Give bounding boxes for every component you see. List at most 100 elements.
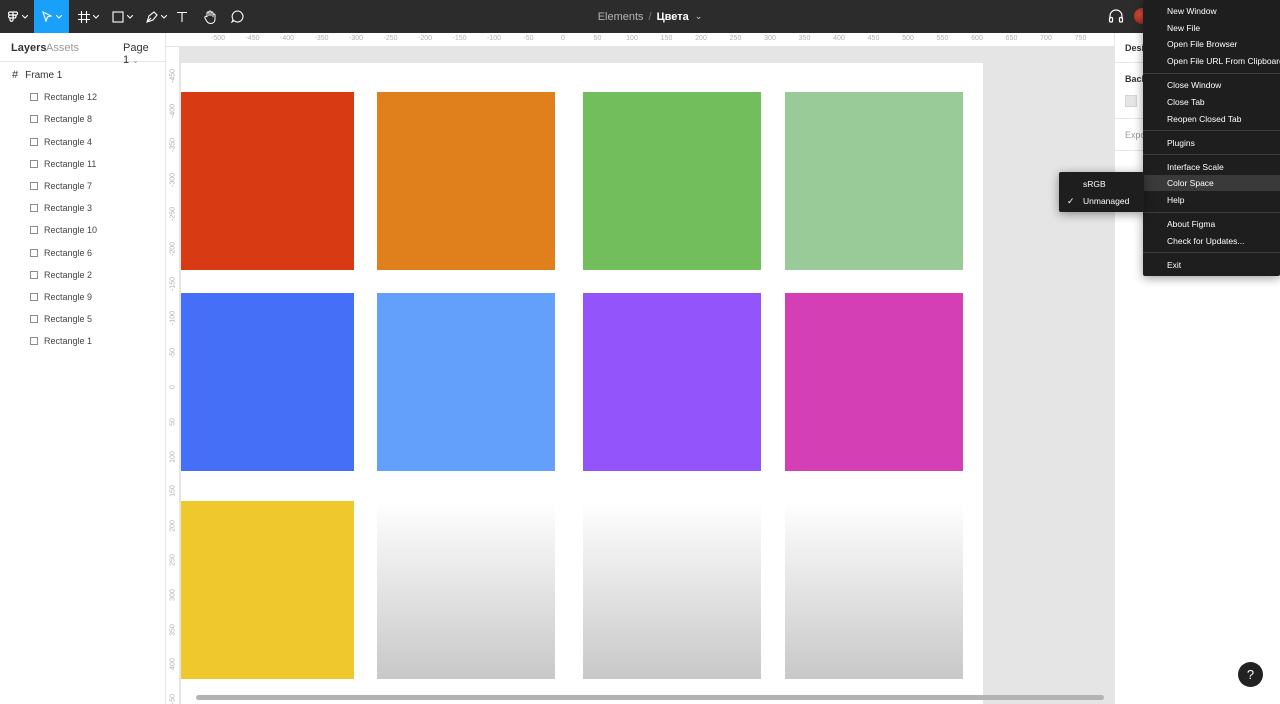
checkmark-icon: ✓ <box>1067 196 1075 206</box>
layer-item[interactable]: Rectangle 12 <box>0 86 166 108</box>
ruler-tick-label: 100 <box>169 450 177 463</box>
layer-label: Rectangle 8 <box>44 114 93 125</box>
title-separator: / <box>648 10 652 23</box>
background-color-swatch[interactable] <box>1125 95 1137 107</box>
menu-item[interactable]: Reopen Closed Tab <box>1143 111 1280 127</box>
layer-label: Rectangle 3 <box>44 203 93 214</box>
ruler-tick-label: -450 <box>245 35 260 42</box>
layer-item[interactable]: Rectangle 8 <box>0 108 166 130</box>
ruler-horizontal: -500 -450 -400 -350 -300 -250 -200 -150 -100 -50 0… <box>166 33 1114 47</box>
menu-item[interactable]: New Window <box>1143 3 1280 19</box>
page-selector[interactable]: Page 1 ⌄ <box>123 42 165 66</box>
ruler-tick-label: 150 <box>660 35 673 42</box>
tab-assets[interactable]: Assets <box>46 42 79 54</box>
ruler-tick-label: 450 <box>867 35 880 42</box>
ruler-tick-label: 200 <box>169 519 177 532</box>
menu-item-unmanaged[interactable]: ✓ Unmanaged <box>1059 193 1144 209</box>
layer-label: Rectangle 2 <box>44 269 93 280</box>
rectangle-layer-icon <box>30 204 38 213</box>
ruler-tick-label: 650 <box>1005 35 1018 42</box>
menu-item[interactable]: About Figma <box>1143 216 1280 232</box>
color-swatch[interactable] <box>181 92 354 270</box>
menu-item[interactable]: Open File Browser <box>1143 36 1280 52</box>
menu-item-label: Open File URL From Clipboard <box>1167 56 1280 67</box>
ruler-tick-label: 350 <box>798 35 811 42</box>
ruler-tick-label: 350 <box>169 623 177 636</box>
layer-label: Rectangle 11 <box>44 158 97 169</box>
color-swatch[interactable] <box>377 501 555 679</box>
menu-divider <box>1143 130 1280 132</box>
ruler-tick-label: -400 <box>169 103 177 118</box>
menu-item-label: Interface Scale <box>1167 161 1224 172</box>
layer-label: Rectangle 10 <box>44 225 98 236</box>
toolbar: Elements / Цвета ⌄ <box>0 0 1280 33</box>
menu-item-label: Close Tab <box>1167 96 1205 107</box>
layer-label: Rectangle 12 <box>44 92 98 103</box>
menu-item[interactable]: New File <box>1143 20 1280 36</box>
ruler-tick-label: -300 <box>169 172 177 187</box>
color-swatch[interactable] <box>181 501 354 679</box>
ruler-tick-label: -350 <box>314 35 329 42</box>
menu-item[interactable]: Color Space <box>1143 175 1280 192</box>
tab-layers[interactable]: Layers <box>11 42 46 54</box>
menu-item[interactable]: Close Tab <box>1143 94 1280 110</box>
panel-tabs: Layers Assets Page 1 ⌄ <box>0 33 165 66</box>
menu-item[interactable]: Exit <box>1143 257 1280 273</box>
menu-item[interactable]: Close Window <box>1143 77 1280 93</box>
headphones-icon[interactable] <box>1108 8 1124 27</box>
tab-design[interactable]: Desi <box>1125 43 1144 53</box>
ruler-tick-label: -100 <box>486 35 502 42</box>
menu-item[interactable]: Interface Scale <box>1143 159 1280 175</box>
ruler-tick-label: 600 <box>971 35 983 42</box>
layer-item[interactable]: Rectangle 3 <box>0 197 166 219</box>
layer-item[interactable]: Rectangle 5 <box>0 308 166 330</box>
menu-item-label: Color Space <box>1167 178 1214 189</box>
menu-item[interactable]: Open File URL From Clipboard <box>1143 53 1280 69</box>
menu-item-srgb[interactable]: sRGB <box>1059 176 1144 192</box>
layer-frame[interactable]: # Frame 1 <box>0 64 166 86</box>
menu-item[interactable]: Plugins <box>1143 135 1280 151</box>
canvas[interactable] <box>181 48 1114 704</box>
rectangle-layer-icon <box>30 270 38 279</box>
help-button[interactable]: ? <box>1238 662 1263 687</box>
color-swatch[interactable] <box>181 293 354 471</box>
layer-item[interactable]: Rectangle 11 <box>0 153 166 175</box>
layer-item[interactable]: Rectangle 4 <box>0 131 166 153</box>
menu-item-label: Plugins <box>1167 137 1195 148</box>
ruler-tick-label: -50 <box>523 35 534 42</box>
layer-item[interactable]: Rectangle 2 <box>0 264 166 286</box>
menu-divider <box>1143 252 1280 254</box>
color-swatch[interactable] <box>785 92 963 270</box>
menu-item[interactable]: Help <box>1143 192 1280 208</box>
color-swatch[interactable] <box>377 293 555 471</box>
horizontal-scrollbar[interactable] <box>196 695 1104 700</box>
menu-divider <box>1143 211 1280 213</box>
layer-label: Rectangle 7 <box>44 181 93 192</box>
ruler-tick-label: 750 <box>1074 35 1087 42</box>
color-swatch[interactable] <box>785 501 963 679</box>
rectangle-layer-icon <box>30 137 38 146</box>
layer-item[interactable]: Rectangle 9 <box>0 286 166 308</box>
layer-item[interactable]: Rectangle 7 <box>0 175 166 197</box>
file-name[interactable]: Цвета <box>657 11 689 23</box>
menu-item[interactable]: Check for Updates... <box>1143 233 1280 249</box>
layer-item[interactable]: Rectangle 10 <box>0 219 166 241</box>
project-name[interactable]: Elements <box>598 11 644 23</box>
layer-item[interactable]: Rectangle 1 <box>0 330 166 352</box>
layers-panel: Layers Assets Page 1 ⌄ # Frame 1 Rectangl… <box>0 33 166 704</box>
color-swatch[interactable] <box>785 293 963 471</box>
layer-item[interactable]: Rectangle 6 <box>0 242 166 264</box>
ruler-vertical: -450 -400 -350 -300 -250 -200 -150 -100 -50 0 50 10… <box>166 47 180 704</box>
ruler-tick-label: 0 <box>561 35 565 42</box>
color-swatch[interactable] <box>583 92 761 270</box>
rectangle-layer-icon <box>30 182 38 191</box>
menu-item-label: Unmanaged <box>1083 196 1130 206</box>
rectangle-layer-icon <box>30 226 38 235</box>
color-swatch[interactable] <box>583 293 761 471</box>
chevron-down-icon[interactable]: ⌄ <box>695 11 703 22</box>
ruler-tick-label: 0 <box>169 385 177 390</box>
color-swatch[interactable] <box>377 92 555 270</box>
color-swatch[interactable] <box>583 501 761 679</box>
ruler-tick-label: -300 <box>348 35 364 42</box>
ruler-tick-label: -450 <box>169 68 177 84</box>
